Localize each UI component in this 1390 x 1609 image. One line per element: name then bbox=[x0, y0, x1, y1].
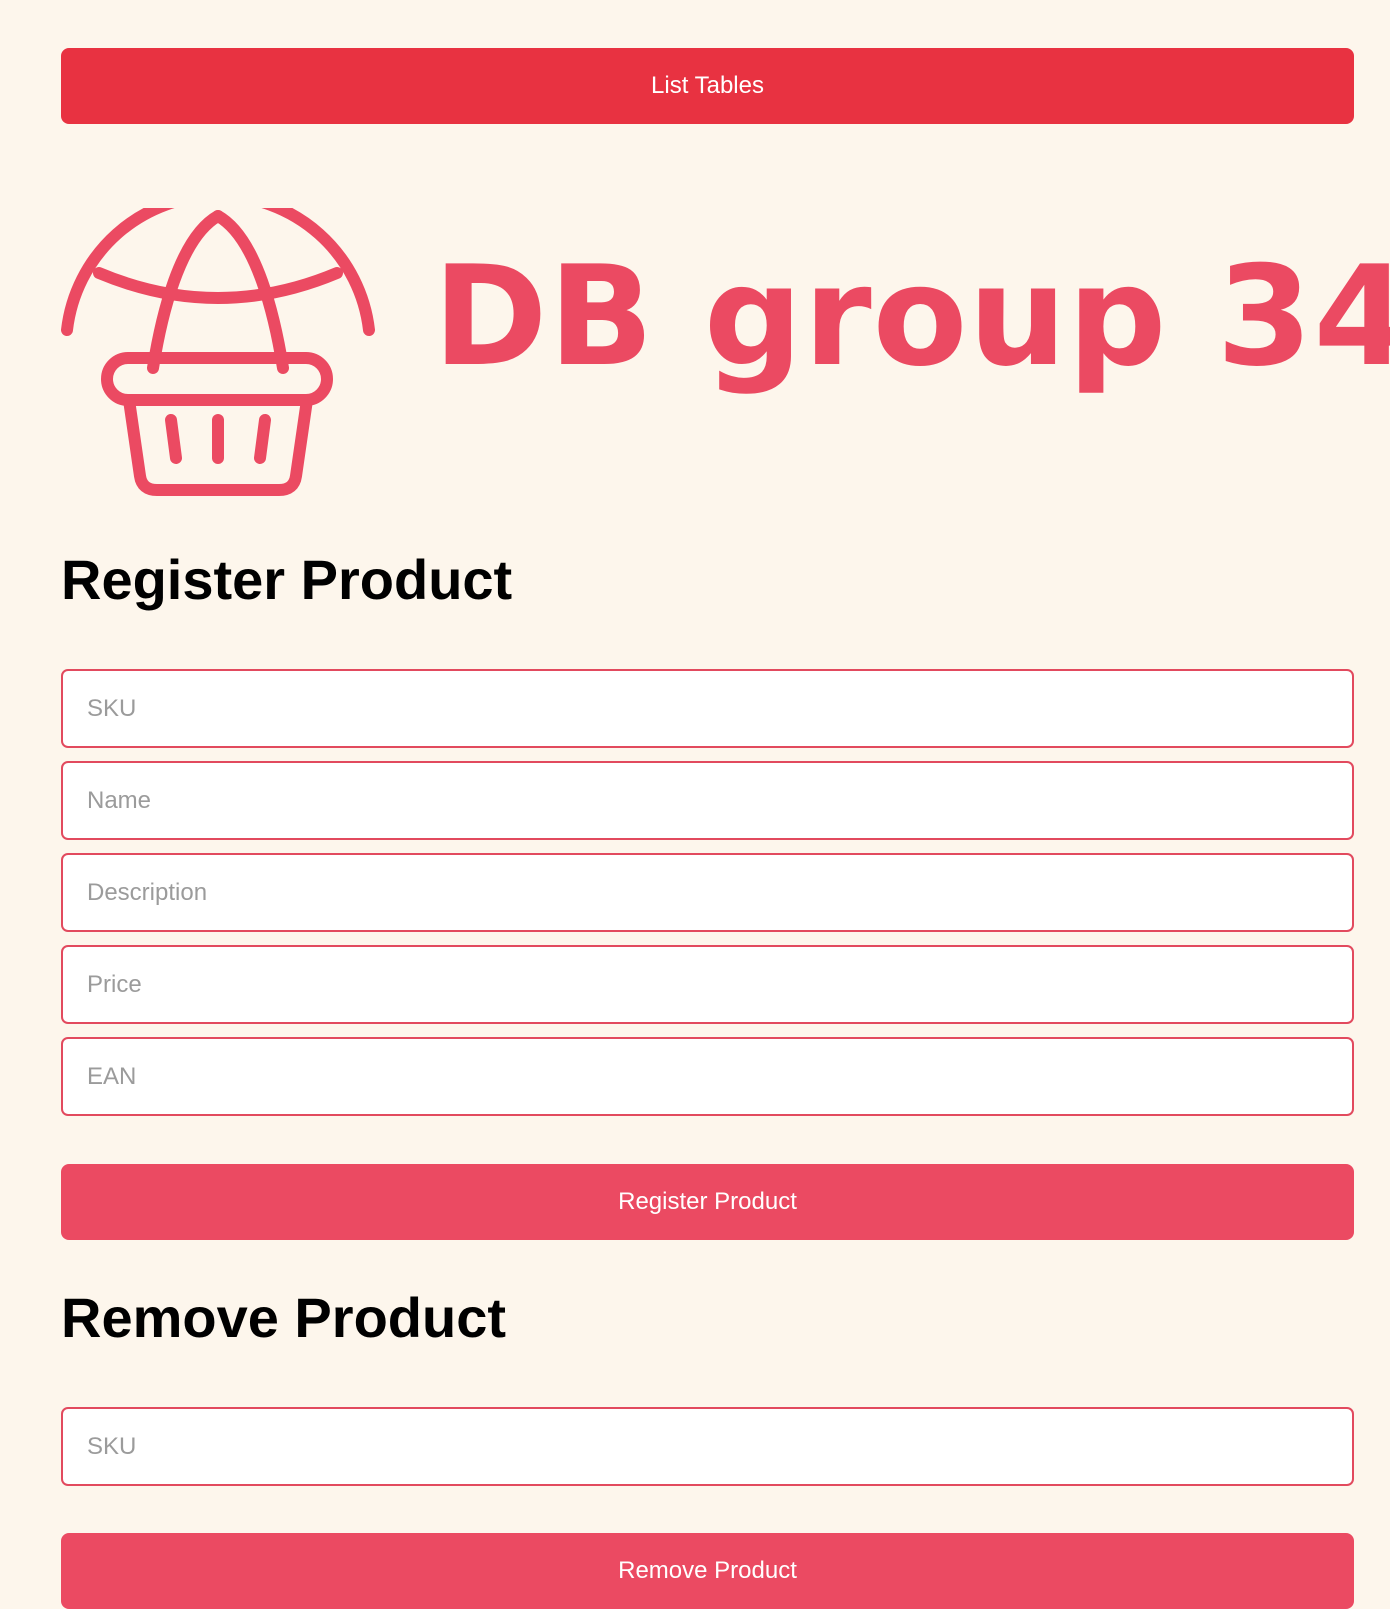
basket-globe-icon bbox=[61, 208, 375, 496]
register-ean-input[interactable] bbox=[61, 1037, 1354, 1116]
remove-product-heading: Remove Product bbox=[61, 1286, 506, 1349]
register-name-input[interactable] bbox=[61, 761, 1354, 840]
list-tables-button[interactable]: List Tables bbox=[61, 48, 1354, 124]
register-price-input[interactable] bbox=[61, 945, 1354, 1024]
register-product-button[interactable]: Register Product bbox=[61, 1164, 1354, 1240]
remove-product-button[interactable]: Remove Product bbox=[61, 1533, 1354, 1609]
register-description-input[interactable] bbox=[61, 853, 1354, 932]
brand-title: DB group 34 bbox=[433, 236, 1390, 397]
register-product-heading: Register Product bbox=[61, 548, 513, 611]
brand-header: DB group 34 bbox=[61, 208, 1390, 588]
register-sku-input[interactable] bbox=[61, 669, 1354, 748]
remove-sku-input[interactable] bbox=[61, 1407, 1354, 1486]
page-container: List Tables DB group 34 bbox=[61, 48, 1390, 588]
